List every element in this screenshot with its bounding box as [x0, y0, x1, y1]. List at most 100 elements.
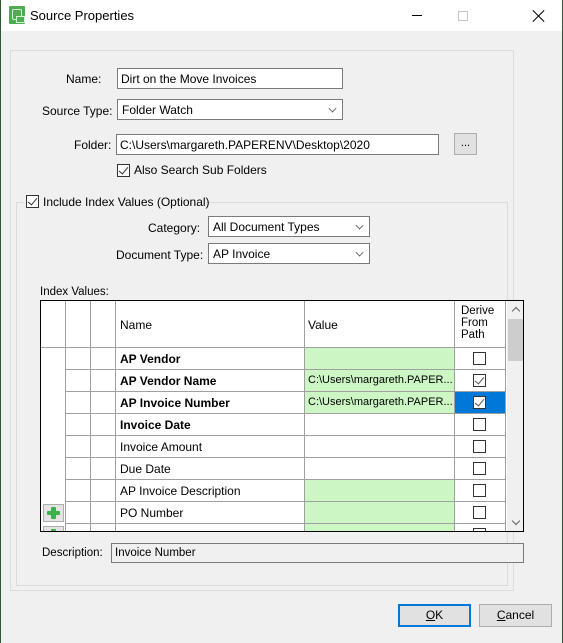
- derive-from-path-checkbox[interactable]: [473, 528, 486, 531]
- scroll-up-arrow-icon[interactable]: [507, 301, 523, 318]
- maximize-icon: [458, 10, 468, 21]
- row-blank-cell: [91, 480, 116, 502]
- row-indicator-cell: [41, 436, 66, 458]
- index-name-cell: Due Date: [116, 458, 305, 480]
- table-row[interactable]: Due Date: [41, 458, 507, 480]
- derive-from-path-cell[interactable]: [455, 524, 506, 531]
- index-value-cell[interactable]: [305, 480, 455, 502]
- grid-vertical-scrollbar[interactable]: [507, 301, 523, 531]
- derive-from-path-checkbox[interactable]: [473, 440, 486, 453]
- chevron-down-icon: [328, 104, 337, 113]
- row-blank-cell: [66, 524, 91, 531]
- ok-label-rest: K: [435, 608, 444, 622]
- row-blank-cell: [91, 392, 116, 414]
- description-field: Invoice Number: [111, 543, 524, 563]
- header-cell-blank: [91, 301, 116, 348]
- table-row[interactable]: AP Vendor Name C:\Users\margareth.PAPER..…: [41, 370, 507, 392]
- document-type-select[interactable]: AP Invoice: [208, 243, 370, 264]
- row-indicator-cell: [41, 458, 66, 480]
- derive-from-path-checkbox[interactable]: [473, 374, 486, 387]
- scroll-down-arrow-icon[interactable]: [507, 514, 523, 531]
- browse-folder-button[interactable]: ...: [454, 133, 477, 155]
- derive-from-path-cell[interactable]: [455, 348, 506, 370]
- folder-input[interactable]: C:\Users\margareth.PAPERENV\Desktop\2020: [116, 134, 439, 155]
- index-name-cell: Invoice Amount: [116, 436, 305, 458]
- derive-from-path-cell[interactable]: [455, 436, 506, 458]
- minimize-button[interactable]: [394, 0, 440, 31]
- header-cell-blank: [66, 301, 91, 348]
- derive-from-path-checkbox[interactable]: [473, 462, 486, 475]
- derive-from-path-cell[interactable]: [455, 370, 506, 392]
- index-value-cell[interactable]: [305, 414, 455, 436]
- row-blank-cell: [91, 502, 116, 524]
- include-index-values-checkbox[interactable]: [26, 195, 39, 208]
- cancel-label-rest: ancel: [505, 608, 535, 622]
- derive-from-path-checkbox[interactable]: [473, 396, 486, 409]
- window-border-left: [0, 0, 1, 643]
- index-value-cell[interactable]: [305, 458, 455, 480]
- index-value-cell[interactable]: [305, 524, 455, 531]
- name-label: Name:: [66, 72, 102, 86]
- derive-from-path-checkbox[interactable]: [473, 506, 486, 519]
- table-row[interactable]: Invoice Amount: [41, 436, 507, 458]
- folder-label: Folder:: [74, 138, 112, 152]
- column-header-value[interactable]: Value: [305, 301, 455, 348]
- row-indicator-cell: [41, 480, 66, 502]
- index-value-cell[interactable]: [305, 348, 455, 370]
- table-row[interactable]: AP Invoice Description: [41, 480, 507, 502]
- index-value-cell[interactable]: [305, 436, 455, 458]
- document-type-value: AP Invoice: [213, 247, 271, 261]
- maximize-button: [440, 0, 486, 31]
- derive-from-path-cell[interactable]: [455, 458, 506, 480]
- source-type-label: Source Type:: [42, 104, 113, 118]
- index-value-cell[interactable]: C:\Users\margareth.PAPER...: [305, 370, 455, 392]
- table-row[interactable]: Invoice Date: [41, 414, 507, 436]
- index-name-cell: AP Invoice Description: [116, 480, 305, 502]
- table-row[interactable]: AP Vendor: [41, 348, 507, 370]
- derive-from-path-checkbox[interactable]: [473, 484, 486, 497]
- row-blank-cell: [66, 502, 91, 524]
- also-search-sub-folders-checkbox[interactable]: [117, 164, 130, 177]
- row-blank-cell: [91, 414, 116, 436]
- table-row[interactable]: [41, 524, 507, 531]
- index-value-cell[interactable]: C:\Users\margareth.PAPER...: [305, 392, 455, 414]
- title-bar[interactable]: Source Properties: [1, 0, 562, 31]
- row-blank-cell: [66, 370, 91, 392]
- table-row[interactable]: AP Invoice Number C:\Users\margareth.PAPE…: [41, 392, 507, 414]
- window-title: Source Properties: [30, 8, 135, 23]
- derive-header-line: From: [461, 317, 488, 329]
- derive-from-path-checkbox[interactable]: [473, 352, 486, 365]
- index-value-cell[interactable]: [305, 502, 455, 524]
- column-header-name[interactable]: Name: [116, 301, 305, 348]
- source-type-select[interactable]: Folder Watch: [117, 99, 343, 120]
- row-blank-cell: [66, 436, 91, 458]
- index-values-grid[interactable]: Name Value Derive From Path AP Vendor AP …: [40, 300, 524, 532]
- row-indicator-cell: [41, 348, 66, 370]
- add-row-plus-icon[interactable]: [43, 504, 64, 522]
- category-value: All Document Types: [213, 220, 320, 234]
- table-row[interactable]: PO Number: [41, 502, 507, 524]
- derive-from-path-cell[interactable]: [455, 502, 506, 524]
- derive-from-path-checkbox[interactable]: [473, 418, 486, 431]
- ok-mnemonic: O: [425, 608, 436, 622]
- minimize-icon: [412, 15, 422, 16]
- derive-from-path-cell[interactable]: [455, 480, 506, 502]
- description-label: Description:: [42, 547, 103, 559]
- close-icon: [533, 10, 545, 22]
- derive-from-path-cell[interactable]: [455, 392, 506, 414]
- chevron-down-icon: [355, 221, 364, 230]
- derive-from-path-cell[interactable]: [455, 414, 506, 436]
- ok-button[interactable]: OK: [398, 604, 471, 627]
- column-header-derive-from-path[interactable]: Derive From Path: [455, 301, 506, 348]
- row-blank-cell: [91, 524, 116, 531]
- category-select[interactable]: All Document Types: [208, 216, 370, 237]
- chevron-down-icon: [355, 248, 364, 257]
- add-row-plus-icon[interactable]: [43, 526, 64, 531]
- index-name-cell: AP Vendor: [116, 348, 305, 370]
- scrollbar-thumb[interactable]: [508, 319, 523, 361]
- close-button[interactable]: [516, 0, 562, 31]
- index-values-label: Index Values:: [40, 286, 109, 298]
- cancel-button[interactable]: Cancel: [479, 604, 552, 627]
- row-indicator-cell: [41, 502, 66, 524]
- name-input[interactable]: Dirt on the Move Invoices: [117, 68, 343, 89]
